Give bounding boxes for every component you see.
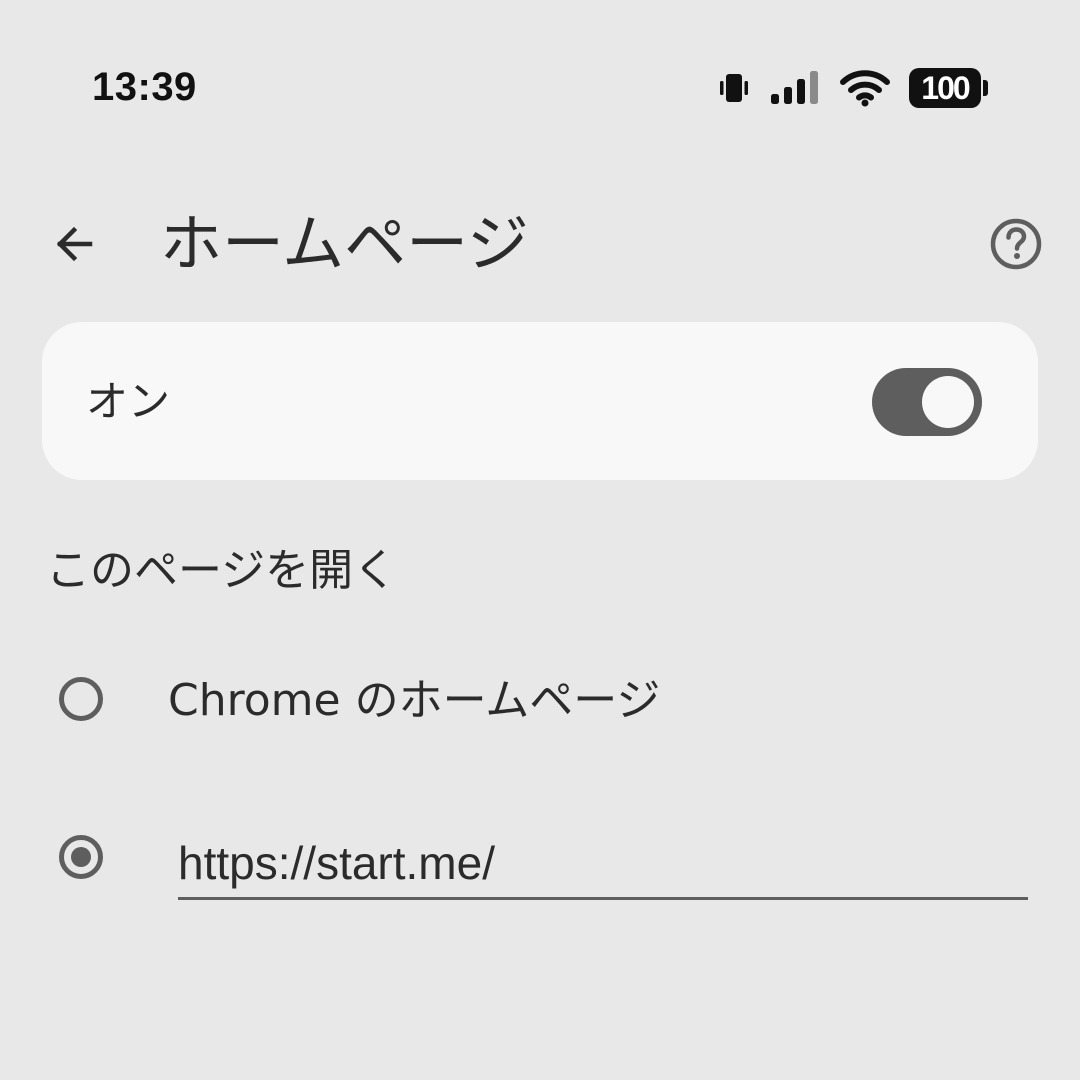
status-time: 13:39 <box>92 65 197 109</box>
help-circle-icon <box>988 216 1044 276</box>
switch-label: オン <box>86 377 171 426</box>
battery-tip <box>983 80 988 96</box>
url-input[interactable] <box>178 828 1028 900</box>
signal-icon <box>769 70 821 106</box>
wifi-icon <box>839 69 891 107</box>
toggle-thumb <box>922 376 974 428</box>
vibrate-icon <box>717 72 751 104</box>
homepage-switch-card[interactable]: オン <box>42 322 1038 480</box>
app-bar: ホームページ <box>0 200 1080 290</box>
back-button[interactable] <box>40 212 108 280</box>
help-button[interactable] <box>982 212 1050 280</box>
status-bar: 13:39 100 <box>0 0 1080 176</box>
option-chrome-homepage[interactable]: Chrome のホームページ <box>0 646 1080 756</box>
arrow-left-icon <box>50 220 98 272</box>
radio-custom-url[interactable] <box>59 835 103 879</box>
status-icons: 100 <box>717 64 988 112</box>
option-label: Chrome のホームページ <box>168 675 661 726</box>
option-custom-url[interactable] <box>0 804 1080 914</box>
battery-level: 100 <box>921 70 970 106</box>
radio-chrome-homepage[interactable] <box>59 677 103 721</box>
battery-body: 100 <box>909 68 981 108</box>
battery-icon: 100 <box>909 68 988 108</box>
page-title: ホームページ <box>160 207 529 280</box>
section-title: このページを開く <box>46 545 398 596</box>
homepage-toggle[interactable] <box>872 368 982 436</box>
